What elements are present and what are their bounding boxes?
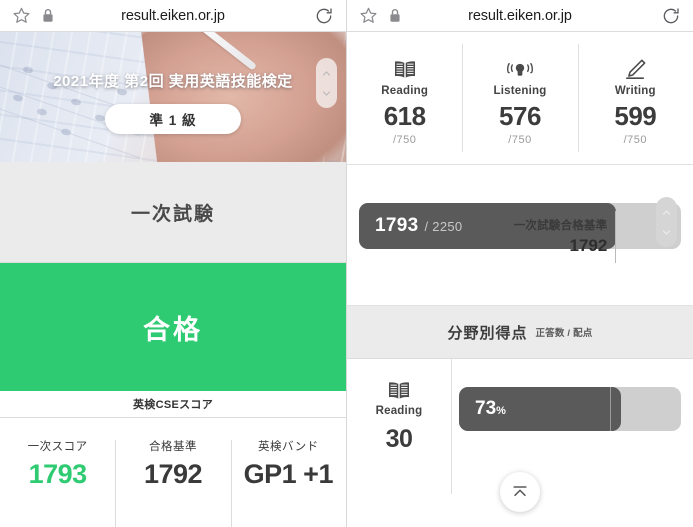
score-column-threshold: 合格基準 1792 (115, 438, 230, 527)
skill-name: Listening (493, 85, 547, 97)
threshold-line (615, 211, 617, 263)
star-icon[interactable] (12, 6, 31, 25)
pencil-icon (578, 54, 693, 80)
skill-card-writing: Writing 599 /750 (577, 44, 693, 152)
chrome-left-controls (12, 6, 90, 25)
chrome-right-controls (256, 6, 334, 26)
chevron-up-icon (662, 209, 671, 215)
breakdown-row-reading: Reading 30 73% (347, 359, 693, 494)
score-column-label: 一次スコア (27, 441, 88, 453)
exam-stage-title: 一次試験 (130, 203, 215, 225)
skill-score: 618 (383, 101, 426, 131)
breakdown-title: 分野別得点 (447, 324, 528, 342)
breakdown-subtitle: 正答数 / 配点 (535, 328, 593, 339)
breakdown-correct-count: 30 (385, 425, 413, 453)
result-banner: 合格 (0, 263, 346, 391)
total-score-section: 1793 / 2250 一次試験合格基準 1792 (347, 165, 693, 295)
chrome-right-controls (603, 6, 681, 26)
score-summary-columns: 一次スコア 1793 合格基準 1792 英検バンド GP1 +1 (0, 418, 346, 527)
browser-chrome-left: result.eiken.or.jp (0, 0, 346, 31)
score-column-label: 英検バンド (258, 441, 319, 453)
breakdown-row-label: Reading 30 (347, 375, 451, 454)
hero-banner: 2021年度 第2回 実用英語技能検定 準 1 級 (0, 32, 346, 162)
scrollbar-handle[interactable] (656, 197, 677, 247)
scrollbar-handle[interactable] (316, 58, 337, 108)
skill-name: Reading (381, 85, 429, 97)
score-column-value: 1793 (28, 459, 88, 489)
chevron-down-icon (322, 90, 331, 96)
skill-score: 576 (499, 101, 541, 131)
listening-icon (462, 54, 577, 80)
lock-icon (42, 8, 54, 23)
skill-max: /750 (392, 134, 417, 146)
skill-max: /750 (508, 134, 532, 146)
breakdown-bar-track: 73% (459, 387, 681, 431)
result-text: 合格 (143, 314, 203, 345)
url-text[interactable]: result.eiken.or.jp (437, 8, 603, 24)
score-column-primary: 一次スコア 1793 (0, 438, 115, 490)
breakdown-skill-name: Reading (375, 405, 423, 417)
score-column-value: 1792 (143, 459, 203, 489)
scroll-to-top-button[interactable] (500, 472, 540, 512)
threshold-value: 1792 (569, 236, 608, 255)
chevron-down-icon (662, 229, 671, 235)
lock-icon (389, 8, 401, 23)
left-screen: result.eiken.or.jp 2021年度 第2回 実用英語技能検定 準… (0, 0, 347, 527)
exam-title: 2021年度 第2回 実用英語技能検定 (53, 73, 293, 90)
star-icon[interactable] (359, 6, 378, 25)
grade-badge: 準 1 級 (105, 104, 241, 134)
breakdown-bar-fill: 73% (459, 387, 622, 431)
browser-chrome-right: result.eiken.or.jp (347, 0, 693, 31)
cse-score-label: 英検CSEスコア (0, 391, 346, 418)
book-icon (347, 375, 451, 401)
skill-card-reading: Reading 618 /750 (347, 54, 462, 146)
reload-icon[interactable] (314, 6, 334, 26)
book-icon (347, 54, 462, 80)
scroll-to-top-icon (513, 486, 527, 497)
total-score-max: / 2250 (424, 218, 463, 234)
skill-name: Writing (614, 85, 656, 97)
dual-screenshot-container: result.eiken.or.jp 2021年度 第2回 実用英語技能検定 準… (0, 0, 693, 527)
chevron-up-icon (322, 70, 331, 76)
right-screen: result.eiken.or.jp Reading 618 /750 List… (347, 0, 693, 527)
exam-stage-band: 一次試験 (0, 162, 346, 263)
breakdown-percent: 73% (475, 398, 506, 419)
breakdown-bar-area: 73% (451, 359, 693, 494)
score-column-band: 英検バンド GP1 +1 (230, 438, 346, 527)
url-text[interactable]: result.eiken.or.jp (90, 8, 256, 24)
threshold-label: 一次試験合格基準 (513, 220, 608, 232)
skill-scores-row: Reading 618 /750 Listening 576 /750 Writ… (347, 32, 693, 165)
total-score-value: 1793 (375, 215, 419, 236)
reload-icon[interactable] (661, 6, 681, 26)
breakdown-header: 分野別得点 正答数 / 配点 (347, 305, 693, 359)
skill-card-listening: Listening 576 /750 (462, 44, 577, 152)
breakdown-threshold-mark (609, 387, 611, 431)
score-column-label: 合格基準 (148, 441, 197, 453)
score-column-value: GP1 +1 (243, 459, 334, 489)
chrome-left-controls (359, 6, 437, 25)
skill-max: /750 (623, 134, 648, 146)
threshold-label-group: 一次試験合格基準 1792 (514, 217, 608, 256)
skill-score: 599 (614, 101, 657, 131)
